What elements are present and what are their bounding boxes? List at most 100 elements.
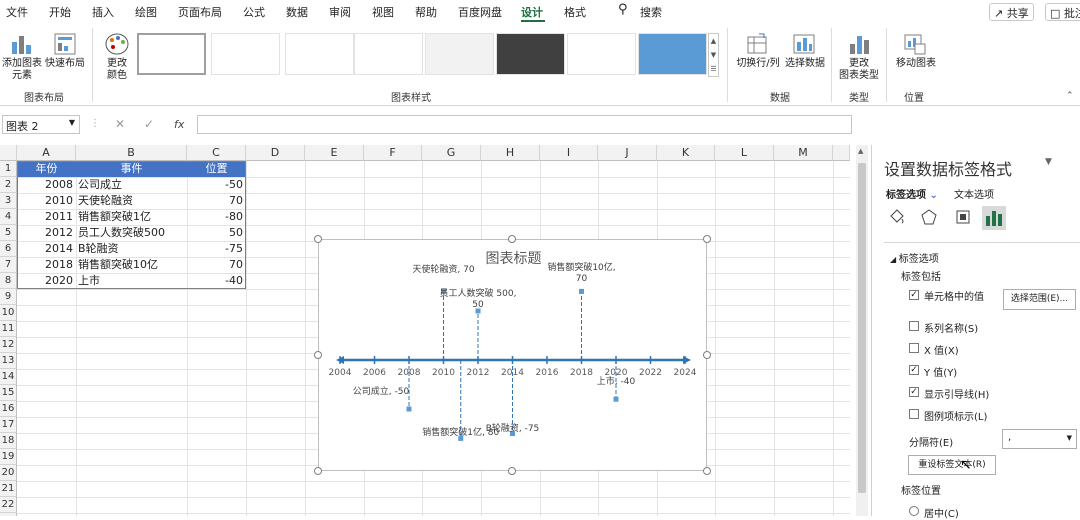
col-header-a[interactable]: A bbox=[17, 145, 76, 161]
col-header-l[interactable]: L bbox=[715, 145, 774, 161]
tab-formulas[interactable]: 公式 bbox=[243, 4, 265, 20]
table-cell-position[interactable]: 50 bbox=[187, 225, 246, 241]
leader-lines-label[interactable]: 显示引导线(H) bbox=[924, 386, 989, 401]
data-label[interactable]: 上市, -40 bbox=[576, 377, 656, 388]
row-header[interactable]: 11 bbox=[0, 321, 17, 337]
change-chart-type-label[interactable]: 更改 bbox=[838, 58, 880, 70]
row-header[interactable]: 2 bbox=[0, 177, 17, 193]
col-header-c[interactable]: C bbox=[187, 145, 246, 161]
tab-label-options[interactable]: 标签选项 ⌄ bbox=[886, 186, 938, 201]
table-cell-position[interactable]: 70 bbox=[187, 193, 246, 209]
chart-style-1[interactable] bbox=[137, 33, 206, 75]
leader-lines-checkbox[interactable]: ✓ bbox=[909, 387, 919, 397]
series-name-checkbox[interactable] bbox=[909, 321, 919, 331]
tab-review[interactable]: 审阅 bbox=[329, 4, 351, 20]
row-header[interactable]: 17 bbox=[0, 417, 17, 433]
table-cell-event[interactable]: 公司成立 bbox=[78, 177, 187, 193]
row-header[interactable]: 19 bbox=[0, 449, 17, 465]
resize-handle-se[interactable] bbox=[703, 467, 711, 475]
vertical-scrollbar[interactable]: ▲ bbox=[856, 145, 868, 516]
section-label-options[interactable]: ◢ 标签选项 bbox=[890, 250, 939, 265]
tab-draw[interactable]: 绘图 bbox=[135, 4, 157, 20]
row-header[interactable]: 18 bbox=[0, 433, 17, 449]
name-box[interactable]: 图表 2 ▼ bbox=[2, 115, 80, 134]
table-cell-event[interactable]: 销售额突破1亿 bbox=[78, 209, 187, 225]
add-chart-element-button[interactable] bbox=[10, 32, 34, 56]
col-header-e[interactable]: E bbox=[305, 145, 364, 161]
table-cell-year[interactable]: 2020 bbox=[17, 273, 76, 289]
change-chart-type-label2[interactable]: 图表类型 bbox=[836, 70, 882, 82]
series-name-label[interactable]: 系列名称(S) bbox=[924, 320, 978, 335]
table-cell-year[interactable]: 2018 bbox=[17, 257, 76, 273]
resize-handle-sw[interactable] bbox=[314, 467, 322, 475]
data-label[interactable]: 销售额突破10亿, 70 bbox=[542, 263, 622, 285]
table-cell-event[interactable]: 销售额突破10亿 bbox=[78, 257, 187, 273]
row-header[interactable]: 9 bbox=[0, 289, 17, 305]
cell-value-label[interactable]: 单元格中的值 bbox=[924, 288, 984, 303]
row-header[interactable]: 20 bbox=[0, 465, 17, 481]
resize-handle-e[interactable] bbox=[703, 351, 711, 359]
table-header-position[interactable]: 位置 bbox=[187, 161, 246, 177]
formula-input[interactable] bbox=[197, 115, 852, 134]
check-icon[interactable]: ✓ bbox=[144, 117, 154, 131]
table-cell-position[interactable]: -50 bbox=[187, 177, 246, 193]
tab-help[interactable]: 帮助 bbox=[415, 4, 437, 20]
tab-insert[interactable]: 插入 bbox=[92, 4, 114, 20]
table-cell-event[interactable]: 上市 bbox=[78, 273, 187, 289]
table-cell-year[interactable]: 2011 bbox=[17, 209, 76, 225]
fx-icon[interactable]: fx bbox=[174, 118, 184, 131]
chart-style-7[interactable] bbox=[567, 33, 636, 75]
switch-row-col-label[interactable]: 切换行/列 bbox=[733, 58, 783, 70]
separator-select[interactable]: , ▼ bbox=[1002, 429, 1077, 449]
table-header-year[interactable]: 年份 bbox=[17, 161, 76, 177]
change-chart-type-button[interactable] bbox=[847, 32, 871, 56]
cell-value-checkbox[interactable]: ✓ bbox=[909, 290, 919, 300]
table-cell-event[interactable]: B轮融资 bbox=[78, 241, 187, 257]
x-value-checkbox[interactable] bbox=[909, 343, 919, 353]
col-header-f[interactable]: F bbox=[364, 145, 422, 161]
chart-style-8[interactable] bbox=[638, 33, 707, 75]
table-cell-year[interactable]: 2014 bbox=[17, 241, 76, 257]
center-radio[interactable] bbox=[909, 506, 919, 516]
chart-style-6[interactable] bbox=[496, 33, 565, 75]
y-value-checkbox[interactable]: ✓ bbox=[909, 365, 919, 375]
tab-page-layout[interactable]: 页面布局 bbox=[178, 4, 222, 20]
scrollbar-thumb[interactable] bbox=[858, 163, 866, 493]
table-cell-year[interactable]: 2010 bbox=[17, 193, 76, 209]
table-cell-event[interactable]: 天使轮融资 bbox=[78, 193, 187, 209]
row-header[interactable]: 16 bbox=[0, 401, 17, 417]
style-gallery-scroll[interactable]: ▲ ▼ ☰ bbox=[708, 33, 719, 77]
row-header[interactable]: 13 bbox=[0, 353, 17, 369]
row-header[interactable]: 14 bbox=[0, 369, 17, 385]
search-label[interactable]: 搜索 bbox=[640, 4, 662, 20]
legend-key-label[interactable]: 图例项标示(L) bbox=[924, 408, 987, 423]
select-all-corner[interactable] bbox=[0, 145, 17, 161]
search-icon[interactable]: ⚲ bbox=[618, 2, 628, 17]
quick-layout-label[interactable]: 快速布局 bbox=[44, 58, 86, 70]
size-properties-icon[interactable] bbox=[954, 208, 972, 226]
table-header-event[interactable]: 事件 bbox=[76, 161, 187, 177]
row-header[interactable]: 22 bbox=[0, 497, 17, 513]
tab-baidu-netdisk[interactable]: 百度网盘 bbox=[458, 4, 502, 20]
row-header[interactable]: 12 bbox=[0, 337, 17, 353]
reset-label-text-button[interactable]: 重设标签文本(R) bbox=[908, 455, 996, 475]
table-cell-position[interactable]: -80 bbox=[187, 209, 246, 225]
move-chart-button[interactable] bbox=[903, 32, 927, 56]
comments-button[interactable]: □ 批注 bbox=[1045, 3, 1080, 21]
chart-style-4[interactable] bbox=[354, 33, 423, 75]
row-header[interactable]: 3 bbox=[0, 193, 17, 209]
select-range-button[interactable]: 选择范围(E)... bbox=[1003, 289, 1076, 310]
resize-handle-ne[interactable] bbox=[703, 235, 711, 243]
add-chart-element-label[interactable]: 添加图表 bbox=[1, 58, 43, 70]
select-data-button[interactable] bbox=[792, 32, 816, 56]
tab-view[interactable]: 视图 bbox=[372, 4, 394, 20]
chevron-down-icon[interactable]: ▼ bbox=[69, 118, 75, 127]
share-button[interactable]: ↗ 共享 bbox=[989, 3, 1034, 21]
col-header-i[interactable]: I bbox=[540, 145, 598, 161]
col-header-g[interactable]: G bbox=[422, 145, 481, 161]
col-header-j[interactable]: J bbox=[598, 145, 657, 161]
data-label[interactable]: B轮融资, -75 bbox=[473, 424, 553, 435]
change-colors-label2[interactable]: 颜色 bbox=[98, 70, 136, 82]
table-cell-position[interactable]: -75 bbox=[187, 241, 246, 257]
table-cell-position[interactable]: -40 bbox=[187, 273, 246, 289]
